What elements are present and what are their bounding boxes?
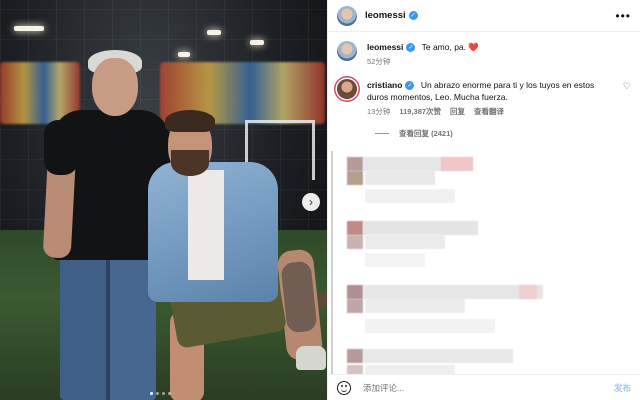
ceiling-light [178, 52, 190, 57]
pixelated-block [363, 349, 513, 363]
heart-emoji: ❤️ [468, 42, 479, 52]
pixelated-block [347, 221, 363, 235]
chevron-right-icon: › [309, 195, 313, 209]
pixelated-block [347, 299, 363, 313]
pixelated-block [365, 253, 425, 267]
caption-body: leomessi ✓ Te amo, pa. ❤️ 52分钟 [367, 41, 631, 68]
pixelated-block [347, 285, 363, 299]
pixelated-block [519, 285, 537, 299]
verified-badge-icon: ✓ [408, 11, 418, 20]
comment-meta: 13分钟 119,387次赞 回复 查看翻译 [367, 106, 617, 118]
person-father-head [92, 58, 138, 116]
caption-meta: 52分钟 [367, 56, 631, 68]
verified-badge-icon: ✓ [406, 43, 416, 53]
comment-body: cristiano ✓ Un abrazo enorme para ti y lo… [367, 79, 617, 118]
post-details-panel: leomessi ✓ ••• leomessi ✓ Te amo, pa. ❤️ … [327, 0, 640, 400]
carousel-dot [168, 392, 171, 395]
comments-section: leomessi ✓ Te amo, pa. ❤️ 52分钟 cristiano ✓… [328, 33, 640, 374]
more-options-icon[interactable]: ••• [615, 9, 631, 23]
pixelated-block [441, 157, 473, 171]
carousel-dot [156, 392, 159, 395]
pixelated-block [365, 319, 495, 333]
caption: leomessi ✓ Te amo, pa. ❤️ 52分钟 [337, 41, 631, 68]
verified-badge-icon: ✓ [405, 81, 415, 91]
carousel-indicator [150, 392, 171, 395]
caption-time: 52分钟 [367, 57, 391, 66]
ceiling-light [207, 30, 221, 35]
pixelated-block [365, 365, 455, 374]
pixelated-block [365, 171, 435, 185]
ceiling-light [14, 26, 44, 31]
pixelated-block [347, 349, 363, 363]
author-avatar[interactable] [337, 5, 357, 26]
pixelated-replies [331, 151, 629, 374]
comment-time: 13分钟 [367, 107, 391, 116]
pixelated-block [365, 299, 465, 313]
heart-outline-icon[interactable]: ♡ [623, 81, 631, 92]
pixelated-block [347, 171, 363, 185]
author-username[interactable]: leomessi [365, 10, 406, 21]
caption-avatar[interactable] [337, 41, 357, 61]
person-father-jeans [60, 248, 156, 400]
comment-item: cristiano ✓ Un abrazo enorme para ti y lo… [337, 79, 631, 118]
pixelated-block [347, 157, 363, 171]
pixelated-block [365, 235, 445, 249]
carousel-dot [150, 392, 153, 395]
caption-text: Te amo, pa. [421, 42, 467, 52]
carousel-dot [162, 392, 165, 395]
divider-line [375, 133, 389, 134]
post-photo: › [0, 0, 327, 400]
caption-username[interactable]: leomessi [367, 42, 403, 52]
pixelated-block [365, 189, 455, 203]
translate-button[interactable]: 查看翻译 [474, 106, 504, 118]
post-comment-button[interactable]: 发布 [614, 382, 631, 394]
next-photo-button[interactable]: › [302, 193, 320, 211]
ceiling-light [250, 40, 264, 45]
person-son-hair [165, 110, 215, 132]
view-replies-label: 查看回复 (2421) [399, 129, 453, 138]
pixelated-block [347, 365, 363, 374]
pixelated-block [347, 235, 363, 249]
comment-likes[interactable]: 119,387次赞 [399, 106, 441, 118]
post-header: leomessi ✓ ••• [328, 0, 640, 32]
commenter-avatar[interactable] [337, 79, 357, 99]
reply-button[interactable]: 回复 [450, 106, 465, 118]
pixelated-block [363, 285, 543, 299]
emoji-icon[interactable] [337, 380, 351, 395]
person-father-sleeve [44, 120, 78, 175]
sneaker [296, 346, 326, 370]
pixelated-block [363, 221, 478, 235]
comment-input[interactable] [363, 382, 614, 393]
view-replies-button[interactable]: 查看回复 (2421) [375, 128, 631, 139]
comment-composer: 发布 [328, 374, 640, 400]
commenter-username[interactable]: cristiano [367, 80, 402, 90]
person-son-shirt [188, 170, 224, 280]
person-son-beard [171, 150, 209, 176]
